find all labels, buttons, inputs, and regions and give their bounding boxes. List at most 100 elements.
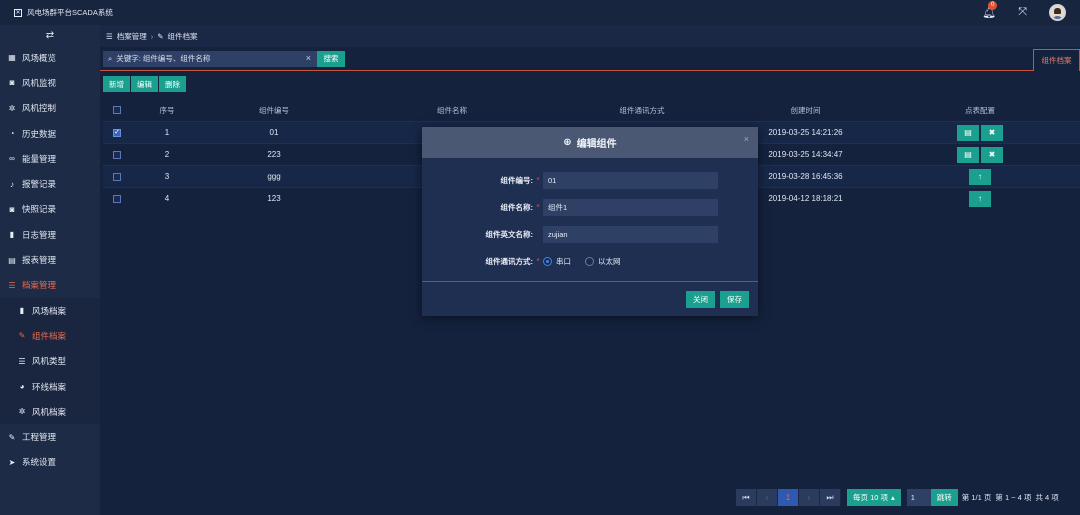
sidebar-item-label: 报表管理 [22, 255, 57, 266]
radio-ethernet-label: 以太网 [598, 257, 621, 266]
send-icon: ➤ [8, 457, 16, 467]
search-button[interactable]: 搜索 [317, 50, 345, 67]
notifications-button[interactable]: 🔔︎ 0 [982, 1, 998, 19]
item-range-info: 第 1 ~ 4 项 [995, 493, 1032, 502]
per-page-select[interactable]: 每页 10 项 ▴ [847, 489, 901, 506]
wrench-icon: ✎ [18, 331, 26, 341]
first-page-button[interactable]: ⏮ [736, 489, 757, 506]
select-all-checkbox[interactable] [113, 106, 121, 114]
remove-point-button[interactable]: ✖ [981, 124, 1003, 141]
required-mark-placeholder: * [533, 230, 543, 239]
table-icon: ▤ [964, 150, 972, 159]
sidebar: ⇄ ▦ 风场概览 ◙ 风机监视 ✲ 风机控制 ◔ 历史数据 ∞ 能量管理 ♪ 报… [0, 25, 100, 515]
sidebar-subitem-turbine-archive[interactable]: ✲ 风机档案 [0, 399, 100, 425]
delete-button[interactable]: 删除 [159, 76, 186, 92]
point-table-button[interactable]: ▤ [957, 124, 979, 141]
comm-label: 组件通讯方式: [485, 257, 534, 266]
arrow-up-icon: ↑ [978, 172, 982, 181]
sidebar-item-report-management[interactable]: ▤ 报表管理 [0, 247, 100, 272]
sidebar-subitem-turbine-type[interactable]: ☰ 风机类型 [0, 348, 100, 374]
cell-code: 223 [267, 150, 281, 159]
sidebar-item-system-settings[interactable]: ➤ 系统设置 [0, 450, 100, 475]
per-page-label: 每页 10 项 [853, 493, 889, 502]
radio-ethernet-button[interactable] [585, 257, 594, 266]
edit-button[interactable]: 编辑 [131, 76, 158, 92]
fullscreen-icon[interactable]: ⤧ [1018, 6, 1027, 19]
cell-code: 01 [269, 128, 279, 137]
edit-component-dialog: ⊕ 编辑组件 × 组件编号: * 01 组件名称: * 组件1 组件英文名称: … [422, 127, 758, 316]
sidebar-toggle-icon[interactable]: ⇄ [0, 25, 100, 45]
name-field[interactable]: 组件1 [543, 199, 718, 216]
avatar[interactable] [1049, 4, 1066, 21]
header-no: 序号 [159, 105, 175, 115]
sidebar-subitem-loop-archive[interactable]: ◕ 环线档案 [0, 373, 100, 400]
row-checkbox[interactable] [113, 150, 121, 159]
add-button[interactable]: 新增 [103, 76, 130, 92]
pie-icon: ◔ [9, 129, 15, 139]
chevron-right-icon: › [807, 493, 811, 502]
cell-conf: ↑ [886, 168, 1074, 185]
row-checkbox[interactable]: ✓ [113, 128, 121, 137]
page-number[interactable]: 1 [778, 489, 799, 506]
radio-ethernet[interactable]: 以太网 [585, 256, 621, 267]
remove-point-button[interactable]: ✖ [981, 146, 1003, 163]
page-jump-input[interactable]: 1 [906, 489, 931, 506]
english-name-label: 组件英文名称: [485, 230, 534, 239]
sidebar-item-energy-management[interactable]: ∞ 能量管理 [0, 146, 100, 171]
pagination-info: 第 1/1 页 第 1 ~ 4 项 共 4 项 [962, 492, 1059, 503]
clear-icon[interactable]: × [306, 53, 311, 63]
search-input[interactable]: ⌕ 关键字: 组件编号、组件名称 × [103, 50, 317, 67]
sidebar-item-label: 环线档案 [32, 381, 67, 392]
prev-page-button[interactable]: ‹ [757, 489, 778, 506]
list-icon: ☰ [18, 356, 26, 366]
sidebar-subitem-component-archive[interactable]: ✎ 组件档案 [0, 323, 100, 349]
sidebar-item-wind-farm-overview[interactable]: ▦ 风场概览 [0, 45, 100, 70]
sidebar-item-project-management[interactable]: ✎ 工程管理 [0, 424, 100, 449]
cell-conf: ▤ ✖ [886, 124, 1074, 141]
cell-code: 123 [267, 194, 281, 203]
sidebar-item-history-data[interactable]: ◔ 历史数据 [0, 121, 100, 146]
save-button[interactable]: 保存 [720, 290, 749, 308]
sidebar-item-label: 快照记录 [22, 204, 57, 215]
list-icon: ☰ [106, 31, 113, 41]
sidebar-item-turbine-control[interactable]: ✲ 风机控制 [0, 96, 100, 121]
close-button[interactable]: 关闭 [686, 290, 715, 308]
search-bar: ⌕ 关键字: 组件编号、组件名称 × 搜索 组件档案 [100, 47, 1080, 71]
sidebar-item-archive-management[interactable]: ☰ 档案管理 [0, 273, 100, 298]
row-checkbox[interactable] [113, 172, 121, 181]
radio-serial-label: 串口 [556, 257, 571, 266]
sidebar-item-turbine-monitor[interactable]: ◙ 风机监视 [0, 70, 100, 95]
globe-icon: ◕ [19, 382, 25, 391]
first-page-icon: ⏮ [742, 492, 750, 502]
sidebar-item-label: 系统设置 [22, 457, 57, 468]
point-table-button[interactable]: ▤ [957, 146, 979, 163]
code-field[interactable]: 01 [543, 172, 718, 189]
radio-serial-button[interactable] [543, 257, 552, 266]
cell-conf: ↑ [886, 190, 1074, 207]
form-row-comm: 组件通讯方式: * 串口 以太网 [422, 248, 758, 275]
code-label: 组件编号: [500, 176, 534, 185]
header-name: 组件名称 [437, 105, 467, 115]
table-icon: ▤ [8, 255, 16, 265]
sidebar-item-alarm-records[interactable]: ♪ 报警记录 [0, 171, 100, 196]
last-page-button[interactable]: ⏭ [820, 489, 841, 506]
jump-button[interactable]: 跳转 [930, 489, 958, 506]
close-icon[interactable]: × [744, 134, 749, 144]
sidebar-subitem-wind-farm-archive[interactable]: ▮ 风场档案 [0, 297, 100, 324]
logo-icon: ✕ [14, 8, 22, 17]
form-row-english-name: 组件英文名称: * zujian [422, 221, 758, 248]
tab-component-archive[interactable]: 组件档案 [1033, 49, 1080, 71]
bell-icon: ♪ [10, 179, 14, 189]
upload-point-button[interactable]: ↑ [969, 168, 991, 185]
row-checkbox[interactable] [113, 194, 121, 203]
english-name-field[interactable]: zujian [543, 226, 718, 243]
name-label: 组件名称: [500, 203, 534, 212]
radio-serial[interactable]: 串口 [543, 256, 571, 267]
upload-point-button[interactable]: ↑ [969, 190, 991, 207]
sidebar-item-label: 工程管理 [22, 432, 57, 443]
sidebar-item-snapshot-records[interactable]: ◙ 快照记录 [0, 197, 100, 222]
breadcrumb-parent[interactable]: 档案管理 [117, 31, 147, 42]
sidebar-item-log-management[interactable]: ▮ 日志管理 [0, 222, 100, 247]
gear-icon: ✲ [18, 407, 26, 417]
next-page-button[interactable]: › [799, 489, 820, 506]
